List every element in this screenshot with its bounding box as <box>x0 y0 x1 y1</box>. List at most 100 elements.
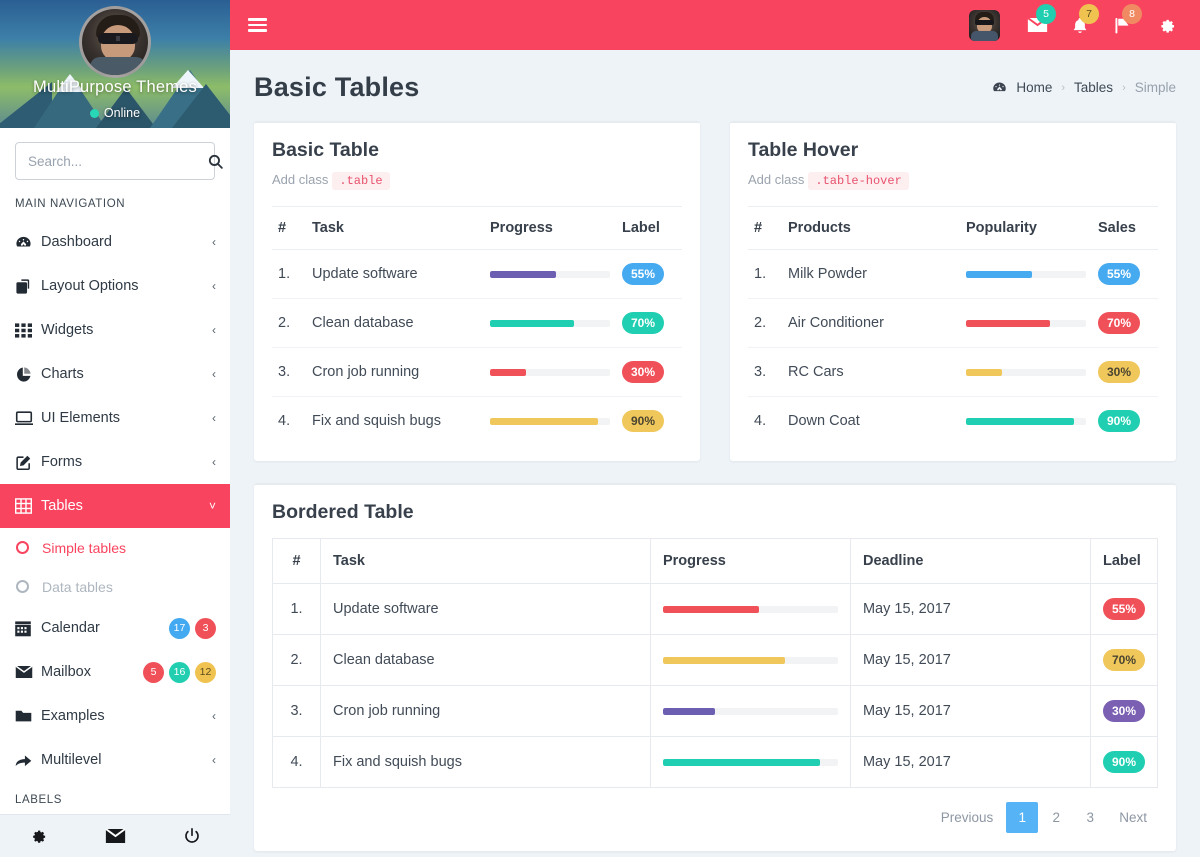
sidebar-nav: Dashboard ‹ Layout Options ‹ Widgets ‹ C… <box>0 220 230 814</box>
table-row[interactable]: 1. Milk Powder 55% <box>748 249 1158 299</box>
topbar-settings-button[interactable] <box>1146 3 1186 47</box>
card-header: Basic Table Add class .table <box>254 123 700 192</box>
table-row[interactable]: 3. RC Cars 30% <box>748 347 1158 397</box>
table-head: # Products Popularity Sales <box>748 206 1158 250</box>
table-row[interactable]: 2. Clean database 70% <box>272 298 682 348</box>
badge: 12 <box>195 661 216 683</box>
sidebar-item-simple-tables[interactable]: Simple tables <box>0 528 230 567</box>
table-head: # Task Progress Label <box>272 206 682 250</box>
footer-mail-button[interactable] <box>77 828 154 844</box>
sidebar-item-mailbox[interactable]: Mailbox 5 16 12 <box>0 650 230 694</box>
sidebar-item-calendar[interactable]: Calendar 17 3 <box>0 606 230 650</box>
calendar-icon <box>15 620 41 637</box>
row-index: 4. <box>754 413 767 429</box>
row-popularity <box>960 298 1092 348</box>
app-root: MultiPurpose Themes Online MAIN NAVIGATI… <box>0 0 1200 857</box>
column-header: Progress <box>649 538 851 584</box>
card-table-hover: Table Hover Add class .table-hover # Prod… <box>730 121 1176 461</box>
footer-power-button[interactable] <box>153 827 230 845</box>
table-row[interactable]: 3. Cron job running May 15, 2017 30% <box>272 685 1159 737</box>
row-sales: 30% <box>1092 347 1158 397</box>
search-input[interactable] <box>28 153 205 169</box>
labels-section-header: LABELS <box>15 794 63 806</box>
column-header: Products <box>782 206 960 250</box>
sidebar-item-label: Tables <box>41 498 83 514</box>
sidebar-item-tables[interactable]: Tables ˅ <box>0 484 230 528</box>
nav-section-header: MAIN NAVIGATION <box>15 198 126 210</box>
sidebar-item-dashboard[interactable]: Dashboard ‹ <box>0 220 230 264</box>
breadcrumb-item-home[interactable]: Home <box>1016 80 1052 95</box>
notifications-badge: 7 <box>1079 4 1099 24</box>
table-row[interactable]: 1. Update software 55% <box>272 249 682 299</box>
breadcrumb-item-tables[interactable]: Tables <box>1074 80 1113 95</box>
search-button[interactable] <box>205 153 226 170</box>
pagination-previous[interactable]: Previous <box>930 802 1005 833</box>
table-row[interactable]: 4. Fix and squish bugs 90% <box>272 397 682 446</box>
sidebar-search <box>0 128 230 190</box>
sidebar-item-layout-options[interactable]: Layout Options ‹ <box>0 264 230 308</box>
card-title: Basic Table <box>272 139 379 161</box>
pagination-next[interactable]: Next <box>1108 802 1158 833</box>
row-deadline: May 15, 2017 <box>849 685 1091 737</box>
search-box[interactable] <box>15 142 223 180</box>
row-product: Air Conditioner <box>782 298 960 348</box>
column-header: Task <box>320 538 651 584</box>
table-row[interactable]: 4. Down Coat 90% <box>748 397 1158 446</box>
breadcrumb: Home › Tables › Simple <box>992 80 1176 95</box>
row-index: 1. <box>272 249 306 299</box>
row-popularity <box>960 347 1092 397</box>
topbar-notifications-button[interactable]: 7 <box>1060 3 1100 47</box>
pagination-page-2[interactable]: 2 <box>1040 802 1072 833</box>
footer-settings-button[interactable] <box>0 827 77 845</box>
pagination-page-3[interactable]: 3 <box>1074 802 1106 833</box>
profile-name: MultiPurpose Themes <box>33 78 197 96</box>
table-row[interactable]: 2. Air Conditioner 70% <box>748 298 1158 348</box>
badge: 16 <box>169 661 190 683</box>
content-area: Basic Table Add class .table # Task Progr… <box>230 121 1200 857</box>
table-header-row: # Products Popularity Sales <box>748 206 1158 250</box>
status-badge: 30% <box>1102 700 1145 722</box>
sidebar-item-label: Examples <box>41 708 105 724</box>
pagination-page-1[interactable]: 1 <box>1006 802 1039 833</box>
sidebar-item-forms[interactable]: Forms ‹ <box>0 440 230 484</box>
row-label: 55% <box>616 249 682 299</box>
sidebar-item-charts[interactable]: Charts ‹ <box>0 352 230 396</box>
sidebar-item-examples[interactable]: Examples ‹ <box>0 694 230 738</box>
table-row[interactable]: 2. Clean database May 15, 2017 70% <box>272 634 1159 686</box>
row-progress <box>484 298 616 348</box>
sidebar-item-data-tables[interactable]: Data tables <box>0 567 230 606</box>
topbar-messages-button[interactable]: 5 <box>1017 3 1057 47</box>
status-badge: 55% <box>1102 598 1145 620</box>
table-row[interactable]: 4. Fix and squish bugs May 15, 2017 90% <box>272 736 1159 788</box>
table-icon <box>15 498 41 514</box>
chevron-left-icon: ‹ <box>212 753 216 767</box>
table-row[interactable]: 1. Update software May 15, 2017 55% <box>272 583 1159 635</box>
row-label: 90% <box>616 397 682 446</box>
page-header: Basic Tables Home › Tables › Simple <box>230 50 1200 121</box>
chevron-left-icon: ‹ <box>212 455 216 469</box>
profile-status-label: Online <box>103 106 141 120</box>
column-header: Progress <box>484 206 616 250</box>
hamburger-icon[interactable] <box>248 15 267 35</box>
sidebar-item-widgets[interactable]: Widgets ‹ <box>0 308 230 352</box>
sidebar-item-multilevel[interactable]: Multilevel ‹ <box>0 738 230 782</box>
badge: 3 <box>195 617 216 639</box>
badge: 5 <box>143 661 164 683</box>
topbar-avatar[interactable] <box>969 9 1000 41</box>
row-progress <box>649 583 851 635</box>
row-index: 3. <box>748 347 782 397</box>
table-header-row: # Task Progress Deadline Label <box>272 538 1159 584</box>
table-row[interactable]: 3. Cron job running 30% <box>272 347 682 397</box>
pie-chart-icon <box>15 366 41 383</box>
avatar[interactable] <box>79 6 151 78</box>
status-badge: 70% <box>622 312 665 334</box>
column-header: # <box>748 206 782 250</box>
topbar-tasks-button[interactable]: 8 <box>1103 3 1143 47</box>
row-product: Milk Powder <box>782 249 960 299</box>
row-task: Update software <box>306 249 484 299</box>
breadcrumb-separator: › <box>1122 81 1126 94</box>
row-task: Clean database <box>306 298 484 348</box>
row-label: 55% <box>1089 583 1159 635</box>
grid-icon <box>15 322 41 338</box>
sidebar-item-ui-elements[interactable]: UI Elements ‹ <box>0 396 230 440</box>
